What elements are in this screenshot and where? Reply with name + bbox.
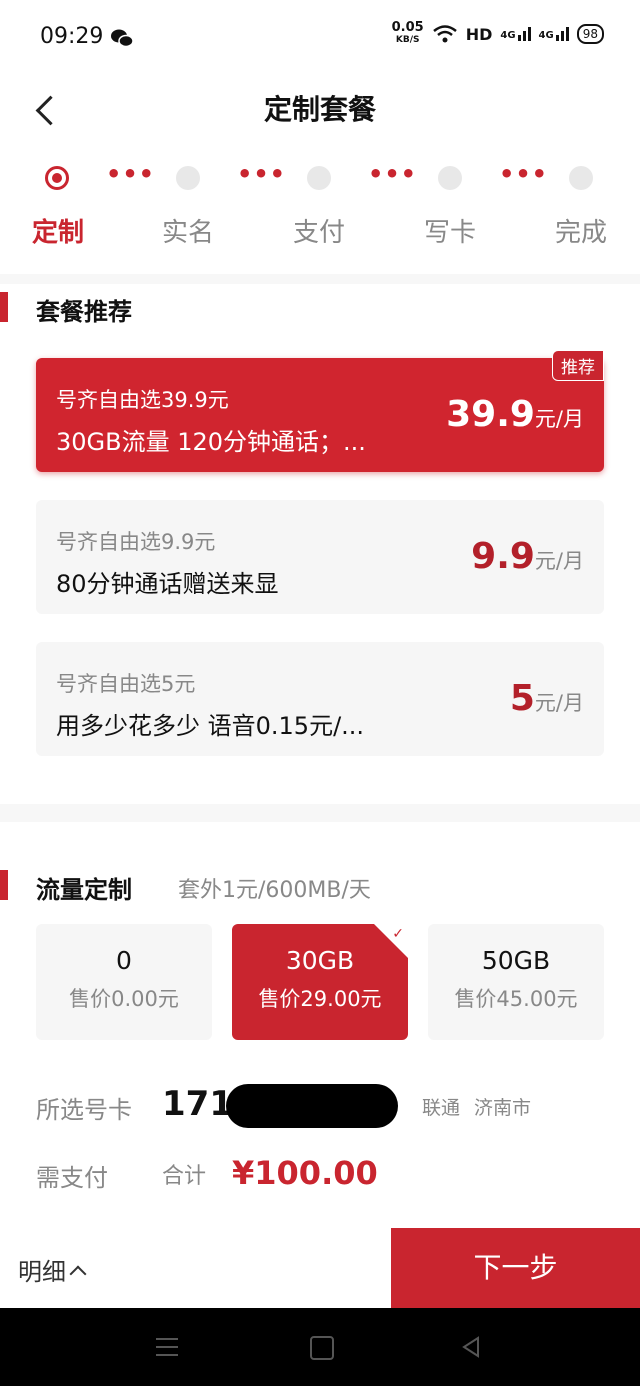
bottom-action-bar: 明细 下一步 xyxy=(0,1228,640,1308)
step-progress: ••• ••• ••• ••• 定制 实名 支付 写卡 完成 xyxy=(0,140,640,274)
payment-label: 需支付 xyxy=(36,1164,108,1192)
total-amount: ¥100.00 xyxy=(232,1154,378,1192)
plan-option-9-9[interactable]: 号齐自由选9.9元 80分钟通话赠送来显 9.9元/月 xyxy=(36,500,604,614)
flow-option-0[interactable]: 0 售价0.00元 xyxy=(36,924,212,1040)
number-label: 所选号卡 xyxy=(36,1096,132,1124)
flow-section-subtitle: 套外1元/600MB/天 xyxy=(178,878,371,903)
wechat-icon xyxy=(111,29,134,48)
nav-bar: 定制套餐 xyxy=(0,78,640,140)
step-connector-icon: ••• xyxy=(499,160,549,188)
step-label-payment: 支付 xyxy=(293,218,346,248)
plan-price: 39.9元/月 xyxy=(446,394,584,435)
system-nav-bar xyxy=(0,1308,640,1386)
step-connector-icon: ••• xyxy=(106,160,156,188)
redacted-number xyxy=(226,1084,398,1128)
phone-number-prefix: 171 xyxy=(162,1084,233,1124)
plan-option-5[interactable]: 号齐自由选5元 用多少花多少 语音0.15元/... 5元/月 xyxy=(36,642,604,756)
step-label-customize: 定制 xyxy=(32,218,85,248)
step-dot-icon xyxy=(438,166,462,190)
step-label-realname: 实名 xyxy=(162,218,215,248)
plan-price: 9.9元/月 xyxy=(471,536,584,577)
flow-price: 售价0.00元 xyxy=(69,987,179,1011)
plan-price: 5元/月 xyxy=(509,678,584,719)
plan-name: 号齐自由选9.9元 xyxy=(56,530,216,554)
total-label: 合计 xyxy=(162,1164,207,1189)
signal-icon: 4G xyxy=(500,27,531,41)
step-dot-icon xyxy=(307,166,331,190)
city-label: 济南市 xyxy=(474,1097,532,1119)
hd-label: HD xyxy=(465,24,493,44)
plan-desc: 30GB流量 120分钟通话；... xyxy=(56,428,366,456)
flow-price: 售价29.00元 xyxy=(258,987,382,1011)
carrier-label: 联通 xyxy=(422,1097,461,1119)
flow-section-title: 流量定制 xyxy=(36,876,132,904)
flow-option-30gb[interactable]: ✓ 30GB 售价29.00元 xyxy=(232,924,408,1040)
step-dot-active-icon xyxy=(45,166,69,190)
next-step-button[interactable]: 下一步 xyxy=(391,1228,640,1308)
section-marker xyxy=(0,292,8,322)
menu-icon[interactable] xyxy=(156,1338,178,1356)
flow-option-50gb[interactable]: 50GB 售价45.00元 xyxy=(428,924,604,1040)
plans-section-title: 套餐推荐 xyxy=(36,298,132,326)
network-speed: 0.05 KB/S xyxy=(391,20,424,45)
recommend-badge: 推荐 xyxy=(552,350,604,381)
battery-icon: 98 xyxy=(576,24,604,44)
detail-toggle[interactable]: 明细 xyxy=(18,1252,87,1287)
plan-name: 号齐自由选39.9元 xyxy=(56,388,229,412)
step-connector-icon: ••• xyxy=(237,160,287,188)
chevron-up-icon xyxy=(69,1265,87,1282)
flow-price: 售价45.00元 xyxy=(454,987,578,1011)
step-dot-icon xyxy=(569,166,593,190)
clock: 09:29 xyxy=(40,24,104,49)
section-marker xyxy=(0,870,8,900)
plans-card: 套餐推荐 推荐 号齐自由选39.9元 30GB流量 120分钟通话；... 39… xyxy=(0,284,640,804)
back-triangle-icon[interactable] xyxy=(460,1336,482,1358)
plan-name: 号齐自由选5元 xyxy=(56,672,196,696)
plan-desc: 用多少花多少 语音0.15元/... xyxy=(56,712,365,740)
signal-icon: 4G xyxy=(539,27,569,41)
step-label-write-card: 写卡 xyxy=(424,218,477,248)
step-label-complete: 完成 xyxy=(555,218,608,248)
detail-label: 明细 xyxy=(18,1258,66,1286)
flow-amount: 0 xyxy=(116,946,132,975)
check-icon: ✓ xyxy=(392,926,404,942)
page-title: 定制套餐 xyxy=(263,93,376,126)
flow-amount: 50GB xyxy=(481,946,551,975)
status-icons: 0.05 KB/S HD 4G 4G 98 xyxy=(391,20,604,46)
status-bar: 09:29 0.05 KB/S HD 4G 4G 98 xyxy=(0,0,640,78)
step-connector-icon: ••• xyxy=(368,160,418,188)
wifi-icon xyxy=(432,25,457,43)
plan-desc: 80分钟通话赠送来显 xyxy=(56,570,279,598)
plan-option-39-9[interactable]: 推荐 号齐自由选39.9元 30GB流量 120分钟通话；... 39.9元/月 xyxy=(36,350,604,472)
home-icon[interactable] xyxy=(310,1336,334,1360)
step-dot-icon xyxy=(176,166,200,190)
